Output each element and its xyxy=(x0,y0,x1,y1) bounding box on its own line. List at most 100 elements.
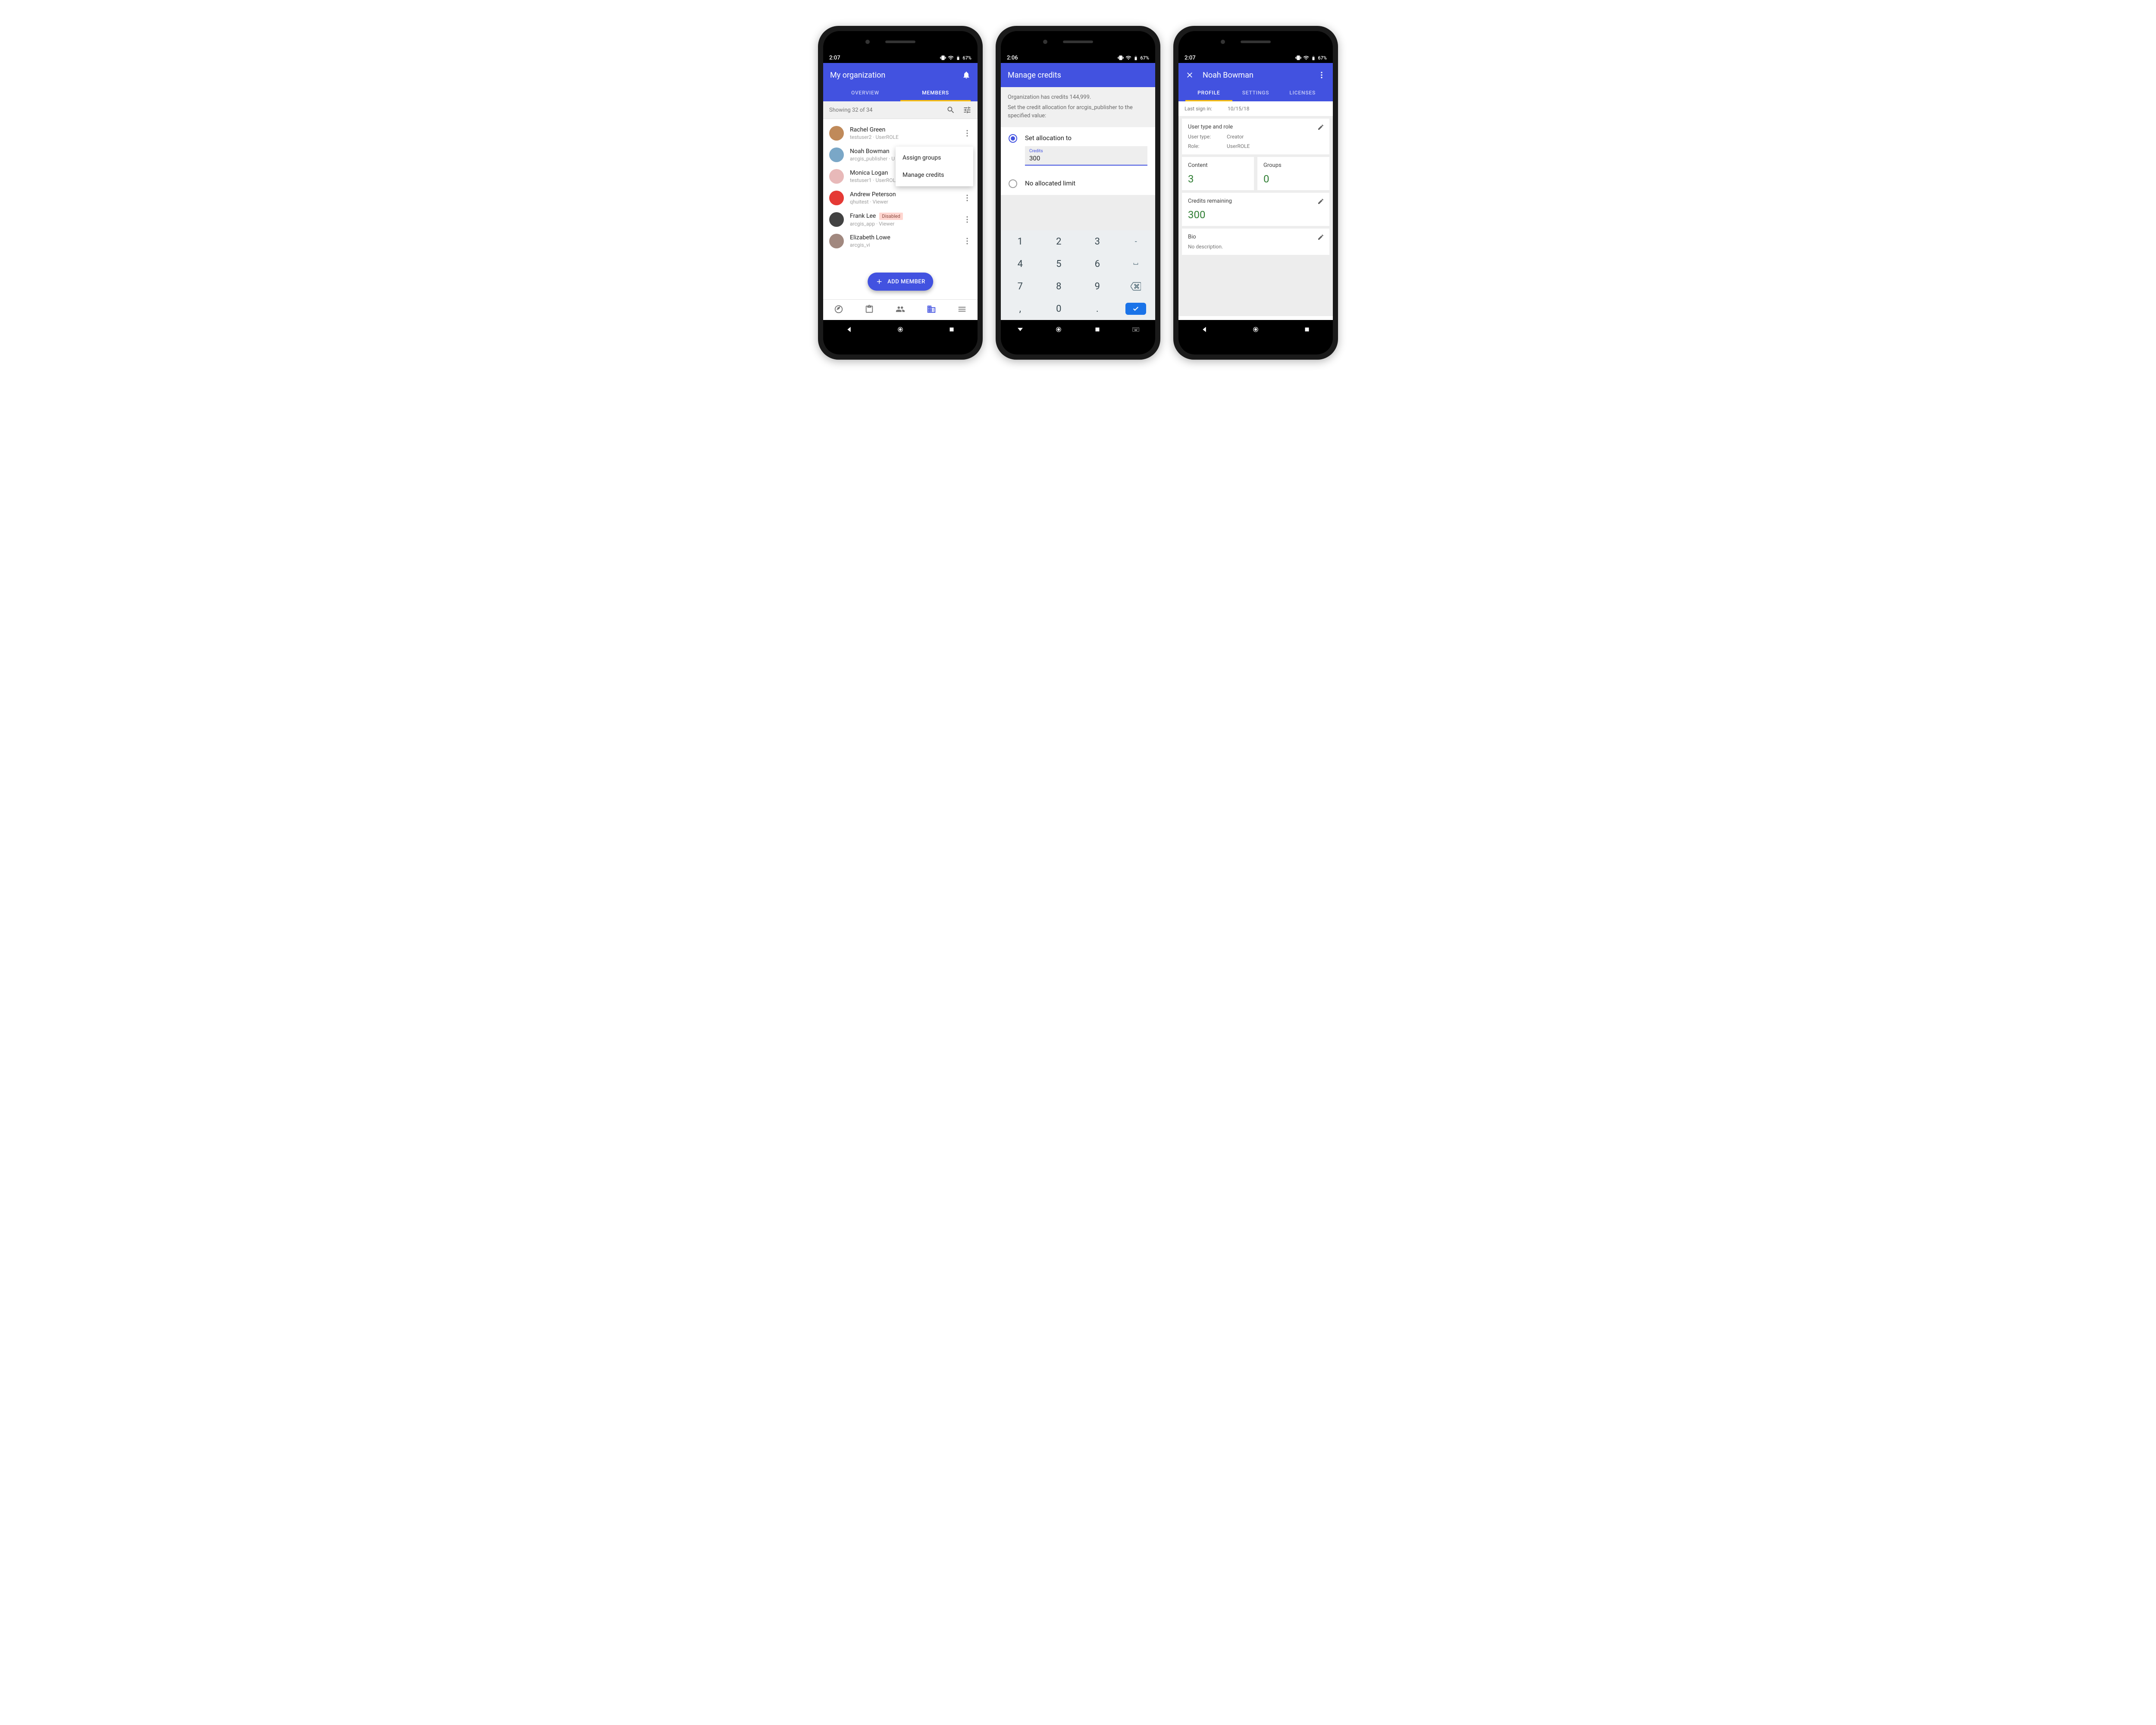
groups-card[interactable]: Groups 0 xyxy=(1257,157,1329,190)
recent-icon[interactable] xyxy=(1303,326,1311,333)
member-name: Rachel Green xyxy=(850,126,957,133)
filter-icon[interactable] xyxy=(963,106,971,114)
key-0[interactable]: 0 xyxy=(1040,298,1078,320)
key-4[interactable]: 4 xyxy=(1001,253,1040,275)
avatar xyxy=(829,212,844,227)
profile-body[interactable]: Last sign in: 10/15/18 User type and rol… xyxy=(1178,101,1333,316)
key-backspace[interactable] xyxy=(1117,275,1156,298)
add-member-fab[interactable]: ADD MEMBER xyxy=(868,273,933,291)
card-title: Credits remaining xyxy=(1188,198,1323,204)
content-count: 3 xyxy=(1188,173,1248,185)
card-title: Bio xyxy=(1188,234,1323,240)
avatar xyxy=(829,234,844,248)
back-icon[interactable] xyxy=(1200,326,1208,333)
key-period[interactable]: . xyxy=(1078,298,1117,320)
back-down-icon[interactable] xyxy=(1016,326,1024,333)
key-7[interactable]: 7 xyxy=(1001,275,1040,298)
keyboard-icon[interactable] xyxy=(1132,326,1140,333)
system-nav xyxy=(1001,320,1155,339)
bio-card: Bio No description. xyxy=(1182,229,1329,255)
member-more-icon[interactable] xyxy=(963,130,971,137)
key-minus[interactable]: - xyxy=(1117,230,1156,253)
close-icon[interactable] xyxy=(1185,71,1194,79)
member-more-icon[interactable] xyxy=(963,194,971,201)
key-8[interactable]: 8 xyxy=(1040,275,1078,298)
avatar xyxy=(829,126,844,141)
system-nav xyxy=(1178,320,1333,339)
member-row[interactable]: Frank Lee Disabled arcgis_app · Viewer xyxy=(823,209,978,230)
tab-bar: PROFILE SETTINGS LICENSES xyxy=(1185,85,1326,101)
edit-icon[interactable] xyxy=(1317,124,1324,131)
battery-icon xyxy=(1311,55,1316,61)
key-6[interactable]: 6 xyxy=(1078,253,1117,275)
member-row[interactable]: Elizabeth Lowe arcgis_vi xyxy=(823,230,978,252)
tab-licenses[interactable]: LICENSES xyxy=(1279,85,1326,101)
nav-organization[interactable] xyxy=(927,304,936,316)
home-icon[interactable] xyxy=(896,326,904,333)
status-battery-pct: 67% xyxy=(1318,55,1327,61)
key-comma[interactable]: , xyxy=(1001,298,1040,320)
key-done[interactable] xyxy=(1117,298,1156,320)
notifications-icon[interactable] xyxy=(962,71,971,79)
nav-people[interactable] xyxy=(896,304,905,316)
groups-count: 0 xyxy=(1263,173,1323,185)
key-2[interactable]: 2 xyxy=(1040,230,1078,253)
status-battery-pct: 67% xyxy=(962,55,971,61)
phone-frame-members: 2:07 67% My organization OVERVIEW MEMBER… xyxy=(818,26,983,360)
status-bar: 2:06 67% xyxy=(1001,53,1155,63)
key-1[interactable]: 1 xyxy=(1001,230,1040,253)
disabled-badge: Disabled xyxy=(879,213,903,220)
plus-icon xyxy=(875,278,883,285)
edit-icon[interactable] xyxy=(1317,198,1324,205)
key-5[interactable]: 5 xyxy=(1040,253,1078,275)
status-time: 2:07 xyxy=(829,55,840,61)
more-icon[interactable] xyxy=(1317,71,1326,79)
tab-settings[interactable]: SETTINGS xyxy=(1232,85,1279,101)
radio-icon xyxy=(1009,134,1017,143)
home-icon[interactable] xyxy=(1055,326,1062,333)
member-sub: qhuitest · Viewer xyxy=(850,199,957,205)
nav-clipboard[interactable] xyxy=(865,304,874,316)
radio-no-limit[interactable]: No allocated limit xyxy=(1001,172,1155,195)
credits-card: Credits remaining 300 xyxy=(1182,193,1329,226)
nav-menu[interactable] xyxy=(957,304,967,316)
nav-explore[interactable] xyxy=(834,304,843,316)
last-signin-value: 10/15/18 xyxy=(1228,106,1249,112)
wifi-icon xyxy=(948,55,954,61)
menu-assign-groups[interactable]: Assign groups xyxy=(896,149,973,166)
credits-input[interactable]: Credits 300 xyxy=(1025,146,1147,166)
wifi-icon xyxy=(1303,55,1309,61)
tab-members[interactable]: MEMBERS xyxy=(900,85,971,101)
app-bar: My organization OVERVIEW MEMBERS xyxy=(823,63,978,101)
list-sub-header: Showing 32 of 34 xyxy=(823,101,978,119)
menu-manage-credits[interactable]: Manage credits xyxy=(896,166,973,184)
search-icon[interactable] xyxy=(946,106,955,114)
member-row[interactable]: Andrew Peterson qhuitest · Viewer xyxy=(823,187,978,209)
page-title: Noah Bowman xyxy=(1203,71,1253,80)
tab-bar: OVERVIEW MEMBERS xyxy=(830,85,971,101)
member-row[interactable]: Rachel Green testuser2 · UserROLE xyxy=(823,122,978,144)
recent-icon[interactable] xyxy=(948,326,956,333)
key-9[interactable]: 9 xyxy=(1078,275,1117,298)
edit-icon[interactable] xyxy=(1317,234,1324,241)
phone-frame-credits: 2:06 67% Manage credits Organization has… xyxy=(996,26,1160,360)
home-icon[interactable] xyxy=(1252,326,1260,333)
member-more-icon[interactable] xyxy=(963,238,971,245)
card-title: Content xyxy=(1188,162,1248,169)
content-card[interactable]: Content 3 xyxy=(1182,157,1254,190)
tab-overview[interactable]: OVERVIEW xyxy=(830,85,900,101)
member-more-icon[interactable] xyxy=(963,216,971,223)
key-3[interactable]: 3 xyxy=(1078,230,1117,253)
battery-icon xyxy=(1133,55,1138,61)
field-label: Credits xyxy=(1029,149,1143,154)
key-space[interactable] xyxy=(1117,253,1156,275)
showing-count: Showing 32 of 34 xyxy=(829,107,873,113)
context-menu: Assign groups Manage credits xyxy=(896,147,973,186)
card-title: Groups xyxy=(1263,162,1323,169)
member-name: Elizabeth Lowe xyxy=(850,234,957,241)
back-icon[interactable] xyxy=(845,326,853,333)
tab-profile[interactable]: PROFILE xyxy=(1185,85,1232,101)
recent-icon[interactable] xyxy=(1094,326,1101,333)
bio-value: No description. xyxy=(1188,244,1223,250)
radio-set-allocation[interactable]: Set allocation to Credits 300 xyxy=(1001,127,1155,172)
